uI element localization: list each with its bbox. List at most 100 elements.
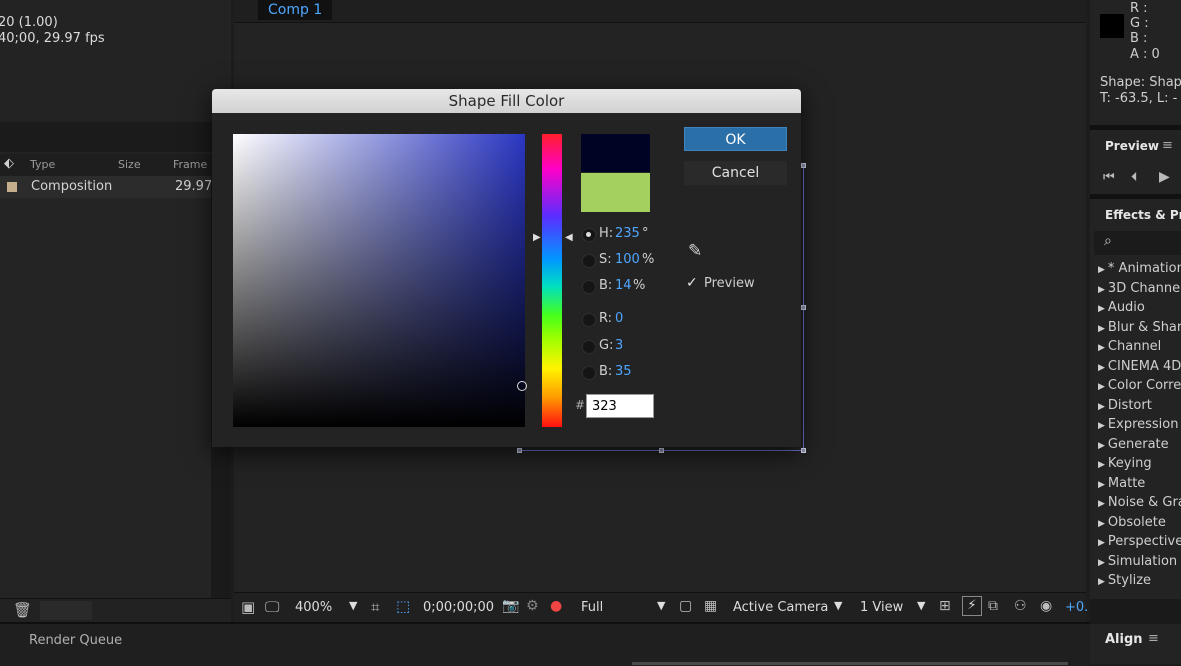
color-channels-icon[interactable]: ● bbox=[550, 598, 562, 614]
effects-list-item[interactable]: ▶ Expression bbox=[1098, 417, 1179, 432]
effects-list-item[interactable]: ▶ Audio bbox=[1098, 300, 1145, 315]
shape-handle[interactable] bbox=[801, 448, 806, 453]
reset-exposure-icon[interactable]: ◉ bbox=[1040, 598, 1052, 614]
effects-list-item[interactable]: ▶ Stylize bbox=[1098, 573, 1151, 588]
toggle-pixel-aspect-icon[interactable]: ⊞ bbox=[939, 598, 951, 614]
step-back-icon[interactable]: ⏴ bbox=[1131, 170, 1138, 185]
effects-search-input[interactable]: ⌕ bbox=[1094, 231, 1181, 255]
trash-icon[interactable]: 🗑 bbox=[13, 601, 32, 619]
saturation-value[interactable]: 100 bbox=[615, 252, 640, 267]
camera-snapshot-icon[interactable]: 📷 bbox=[502, 598, 519, 614]
disclosure-triangle-icon[interactable]: ▶ bbox=[1098, 343, 1105, 353]
eyedropper-icon[interactable]: ✎ bbox=[688, 241, 702, 261]
view-layout-select[interactable]: 1 View bbox=[860, 600, 903, 615]
red-radio[interactable] bbox=[582, 313, 596, 327]
exposure-value[interactable]: +0. bbox=[1065, 600, 1088, 615]
color-field-cursor[interactable] bbox=[517, 381, 527, 391]
effects-list-item[interactable]: ▶ Distort bbox=[1098, 398, 1152, 413]
brightness-radio[interactable] bbox=[582, 280, 596, 294]
blue-value[interactable]: 35 bbox=[615, 364, 632, 379]
column-size[interactable]: Size bbox=[118, 158, 141, 171]
effects-list-item[interactable]: ▶ Color Corre bbox=[1098, 378, 1181, 393]
hue-radio[interactable] bbox=[582, 228, 596, 242]
effects-list-item[interactable]: ▶ * Animation bbox=[1098, 261, 1181, 276]
always-preview-icon[interactable]: ▣ bbox=[241, 598, 255, 616]
show-snapshot-icon[interactable]: ⚙ bbox=[526, 598, 539, 614]
red-value[interactable]: 0 bbox=[615, 311, 623, 326]
brightness-value[interactable]: 14 bbox=[615, 278, 632, 293]
chevron-down-icon[interactable]: ▼ bbox=[657, 599, 665, 612]
effects-list-item[interactable]: ▶ Keying bbox=[1098, 456, 1152, 471]
disclosure-triangle-icon[interactable]: ▶ bbox=[1098, 363, 1105, 373]
disclosure-triangle-icon[interactable]: ▶ bbox=[1098, 324, 1105, 334]
transparency-grid-icon[interactable]: ▦ bbox=[704, 598, 717, 614]
hex-input[interactable] bbox=[586, 394, 654, 418]
shape-handle[interactable] bbox=[801, 163, 806, 168]
original-color-swatch[interactable] bbox=[581, 173, 650, 212]
effects-list-item[interactable]: ▶ CINEMA 4D bbox=[1098, 359, 1181, 374]
label-tag-icon[interactable]: ⬖ bbox=[4, 156, 14, 171]
effects-list-item[interactable]: ▶ Obsolete bbox=[1098, 515, 1166, 530]
disclosure-triangle-icon[interactable]: ▶ bbox=[1098, 265, 1105, 275]
align-title[interactable]: Align bbox=[1105, 632, 1143, 647]
timeline-icon[interactable]: ⧉ bbox=[988, 598, 998, 614]
saturation-radio[interactable] bbox=[582, 254, 596, 268]
disclosure-triangle-icon[interactable]: ▶ bbox=[1098, 538, 1105, 548]
resolution-select[interactable]: Full bbox=[581, 600, 603, 615]
tab-render-queue[interactable]: Render Queue bbox=[29, 633, 122, 648]
color-field[interactable] bbox=[233, 134, 525, 427]
disclosure-triangle-icon[interactable]: ▶ bbox=[1098, 402, 1105, 412]
mask-visibility-icon[interactable]: ⬚ bbox=[396, 597, 410, 615]
region-of-interest-icon[interactable]: ▢ bbox=[679, 598, 692, 614]
effects-list-item[interactable]: ▶ Noise & Gra bbox=[1098, 495, 1181, 510]
disclosure-triangle-icon[interactable]: ▶ bbox=[1098, 441, 1105, 451]
effects-list-item[interactable]: ▶ Perspective bbox=[1098, 534, 1181, 549]
effects-list-item[interactable]: ▶ Matte bbox=[1098, 476, 1145, 491]
effects-list-item[interactable]: ▶ 3D Channel bbox=[1098, 281, 1181, 296]
footer-field[interactable] bbox=[40, 601, 92, 620]
shape-handle[interactable] bbox=[517, 448, 522, 453]
disclosure-triangle-icon[interactable]: ▶ bbox=[1098, 499, 1105, 509]
preview-checkbox[interactable]: ✓ bbox=[686, 275, 698, 291]
effects-list-item[interactable]: ▶ Generate bbox=[1098, 437, 1169, 452]
fast-previews-icon[interactable]: ⚡ bbox=[962, 596, 982, 616]
hue-slider-right-arrow-icon[interactable]: ◀ bbox=[565, 232, 573, 243]
hue-value[interactable]: 235 bbox=[615, 226, 640, 241]
shape-handle[interactable] bbox=[659, 448, 664, 453]
disclosure-triangle-icon[interactable]: ▶ bbox=[1098, 285, 1105, 295]
blue-radio[interactable] bbox=[582, 366, 596, 380]
green-value[interactable]: 3 bbox=[615, 338, 623, 353]
project-search-strip[interactable] bbox=[0, 122, 231, 152]
disclosure-triangle-icon[interactable]: ▶ bbox=[1098, 519, 1105, 529]
disclosure-triangle-icon[interactable]: ▶ bbox=[1098, 304, 1105, 314]
disclosure-triangle-icon[interactable]: ▶ bbox=[1098, 577, 1105, 587]
preview-title[interactable]: Preview bbox=[1105, 139, 1159, 153]
skip-to-start-icon[interactable]: ⏮ bbox=[1103, 170, 1115, 185]
tab-comp-1[interactable]: Comp 1 bbox=[258, 0, 333, 20]
timecode[interactable]: 0;00;00;00 bbox=[423, 600, 494, 615]
green-radio[interactable] bbox=[582, 340, 596, 354]
camera-select[interactable]: Active Camera bbox=[733, 600, 828, 615]
disclosure-triangle-icon[interactable]: ▶ bbox=[1098, 421, 1105, 431]
safe-margins-icon[interactable]: ⌗ bbox=[371, 598, 379, 616]
monitor-icon[interactable]: 🖵 bbox=[265, 598, 279, 616]
chevron-down-icon[interactable]: ▼ bbox=[834, 599, 842, 612]
disclosure-triangle-icon[interactable]: ▶ bbox=[1098, 558, 1105, 568]
panel-menu-icon[interactable]: ≡ bbox=[1162, 138, 1173, 153]
ok-button[interactable]: OK bbox=[684, 127, 787, 151]
disclosure-triangle-icon[interactable]: ▶ bbox=[1098, 460, 1105, 470]
cancel-button[interactable]: Cancel bbox=[684, 161, 787, 185]
play-icon[interactable]: ▶ bbox=[1159, 169, 1170, 185]
effects-title[interactable]: Effects & Pre bbox=[1105, 208, 1181, 222]
chevron-down-icon[interactable]: ▼ bbox=[349, 599, 357, 612]
hue-slider-left-arrow-icon[interactable]: ▶ bbox=[533, 232, 541, 243]
project-row-composition[interactable]: Composition 29.97 bbox=[0, 176, 212, 198]
panel-menu-icon[interactable]: ≡ bbox=[1148, 631, 1159, 646]
flowchart-icon[interactable]: ⚇ bbox=[1014, 598, 1027, 614]
effects-list-item[interactable]: ▶ Channel bbox=[1098, 339, 1161, 354]
effects-list-item[interactable]: ▶ Simulation bbox=[1098, 554, 1177, 569]
disclosure-triangle-icon[interactable]: ▶ bbox=[1098, 480, 1105, 490]
hue-slider[interactable] bbox=[542, 134, 562, 427]
effects-list-item[interactable]: ▶Blur & Sharp bbox=[1098, 320, 1181, 335]
shape-handle[interactable] bbox=[801, 305, 806, 310]
